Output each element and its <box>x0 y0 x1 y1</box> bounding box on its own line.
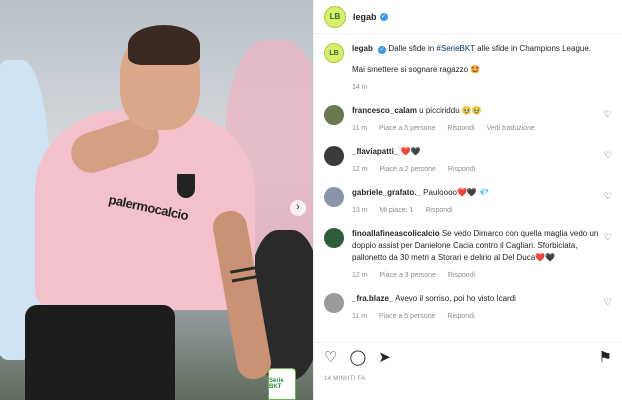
heart-icon[interactable]: ♡ <box>604 232 612 243</box>
heart-icon[interactable]: ♡ <box>604 150 612 161</box>
post-header: LB legab ✓ <box>314 0 622 34</box>
reply-button[interactable]: Rispondi <box>447 313 474 320</box>
share-icon[interactable]: ➤ <box>378 349 391 366</box>
comment-time: 11 m <box>352 313 368 320</box>
action-bar: ♡ ◯ ➤ ⚑ <box>314 342 622 372</box>
comment-text: u picciriddu 🥹🥹 <box>419 106 482 115</box>
comment-text: Pauloooo❤️🖤 💎 <box>423 188 490 197</box>
league-badge: Serie BKT <box>268 368 296 400</box>
comment-username[interactable]: gabriele_grafato._ <box>352 188 421 197</box>
comment-text: Avevo il sorriso, poi ho visto Icardi <box>395 294 516 303</box>
heart-icon[interactable]: ♡ <box>324 349 337 366</box>
avatar[interactable] <box>324 146 344 166</box>
comment-icon[interactable]: ◯ <box>349 349 366 366</box>
translate-link[interactable]: Vedi traduzione <box>487 125 535 132</box>
avatar[interactable] <box>324 187 344 207</box>
player-shorts <box>25 305 175 400</box>
comment-username[interactable]: _fra.blaze_ <box>352 294 393 303</box>
caption-line-2: Mai smettere si sognare ragazzo 🤩 <box>352 65 481 74</box>
comment-username[interactable]: finoallafineascolicalcio <box>352 229 440 238</box>
reply-button[interactable]: Rispondi <box>447 125 474 132</box>
reply-button[interactable]: Rispondi <box>448 166 475 173</box>
comment-item: francesco_calam u picciriddu 🥹🥹 11 m Pia… <box>324 105 612 135</box>
chevron-right-icon[interactable]: › <box>290 200 306 216</box>
comment-item: _fra.blaze_ Avevo il sorriso, poi ho vis… <box>324 293 612 323</box>
avatar[interactable] <box>324 105 344 125</box>
verified-icon: ✓ <box>378 46 387 54</box>
club-crest <box>175 172 197 200</box>
avatar[interactable] <box>324 293 344 313</box>
post-image[interactable]: palermocalcio Serie BKT › <box>0 0 313 400</box>
caption-time: 14 m <box>352 84 368 91</box>
post-author-username[interactable]: legab <box>353 12 377 22</box>
comment-item: finoallafineascolicalcio Se vedo Dimarco… <box>324 228 612 282</box>
reply-button[interactable]: Rispondi <box>448 272 475 279</box>
comment-likes[interactable]: Piace a 5 persone <box>379 313 435 320</box>
heart-icon[interactable]: ♡ <box>604 297 612 308</box>
comment-time: 11 m <box>352 125 368 132</box>
verified-icon: ✓ <box>379 12 388 21</box>
comment-time: 12 m <box>352 166 368 173</box>
caption-text: Dalle sfide in <box>388 44 437 53</box>
comment-username[interactable]: francesco_calam <box>352 106 417 115</box>
comment-likes[interactable]: Piace a 3 persone <box>380 272 436 279</box>
comment-item: _flaviapatti_ ❤️🖤 12 m Piace a 2 persone… <box>324 146 612 176</box>
post-details-panel: LB legab ✓ LB legab ✓ Dalle sfide in #Se… <box>313 0 622 400</box>
post-timestamp: 14 MINUTI FA <box>324 376 366 382</box>
comments-list[interactable]: LB legab ✓ Dalle sfide in #SerieBKT alle… <box>314 34 622 340</box>
avatar[interactable]: LB <box>324 43 344 63</box>
caption-username[interactable]: legab <box>352 44 373 53</box>
post-caption: LB legab ✓ Dalle sfide in #SerieBKT alle… <box>324 34 612 94</box>
heart-icon[interactable]: ♡ <box>604 191 612 202</box>
comment-time: 12 m <box>352 272 368 279</box>
comment-item: gabriele_grafato._ Pauloooo❤️🖤 💎 13 m Mi… <box>324 187 612 217</box>
reply-button[interactable]: Rispondi <box>425 207 452 214</box>
bookmark-icon[interactable]: ⚑ <box>599 349 612 366</box>
caption-hashtag[interactable]: #SerieBKT <box>436 44 475 53</box>
comment-text: ❤️🖤 <box>400 147 421 156</box>
avatar[interactable] <box>324 228 344 248</box>
avatar[interactable]: LB <box>324 5 346 28</box>
player-hair <box>128 25 200 65</box>
comment-likes[interactable]: Piace a 5 persone <box>379 125 435 132</box>
comment-likes[interactable]: Piace a 2 persone <box>380 166 436 173</box>
comment-likes[interactable]: Mi piace: 1 <box>380 207 414 214</box>
caption-text-end: alle sfide in Champions League. <box>474 44 592 53</box>
heart-icon[interactable]: ♡ <box>604 109 612 120</box>
comment-time: 13 m <box>352 207 368 214</box>
comment-username[interactable]: _flaviapatti_ <box>352 147 398 156</box>
